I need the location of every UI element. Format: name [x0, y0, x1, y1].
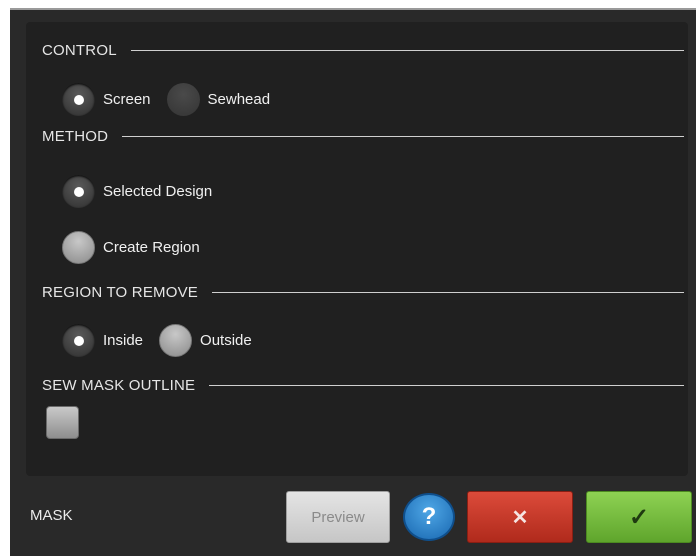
radio-create-region[interactable]: Create Region — [62, 231, 200, 264]
radio-sewhead-label: Sewhead — [207, 91, 271, 108]
mask-dialog: CONTROL Screen Sewhead METHOD Selected D… — [10, 8, 696, 556]
divider — [212, 292, 684, 293]
radio-create-region-label: Create Region — [103, 239, 200, 256]
cancel-button[interactable]: ✕ — [467, 491, 573, 543]
radio-selected-icon — [62, 83, 95, 116]
radio-selected-icon — [62, 324, 95, 357]
radio-unselected-icon — [166, 83, 200, 116]
radio-outside[interactable]: Outside — [159, 324, 252, 357]
divider — [122, 136, 684, 137]
radio-sewhead[interactable]: Sewhead — [166, 83, 271, 116]
help-button[interactable]: ? — [403, 493, 455, 541]
radio-unselected-icon — [159, 324, 193, 357]
control-header-label: CONTROL — [42, 42, 117, 59]
options-panel: CONTROL Screen Sewhead METHOD Selected D… — [26, 22, 688, 476]
divider — [209, 385, 684, 386]
sew-mask-outline-checkbox[interactable] — [46, 406, 79, 439]
method-section-header: METHOD — [42, 128, 684, 145]
radio-screen[interactable]: Screen — [62, 83, 151, 116]
question-mark-icon: ? — [421, 503, 437, 530]
sew-mask-outline-header-label: SEW MASK OUTLINE — [42, 377, 196, 394]
checkmark-icon: ✓ — [628, 503, 650, 531]
ok-button[interactable]: ✓ — [586, 491, 692, 543]
region-header-label: REGION TO REMOVE — [42, 284, 199, 301]
radio-screen-label: Screen — [103, 91, 151, 108]
preview-button[interactable]: Preview — [286, 491, 390, 543]
radio-inside[interactable]: Inside — [62, 324, 143, 357]
method-radio-selected-design-row: Selected Design — [62, 175, 212, 208]
radio-unselected-icon — [62, 231, 95, 264]
region-radio-group: Inside Outside — [62, 324, 252, 357]
method-radio-create-region-row: Create Region — [62, 231, 200, 264]
control-section-header: CONTROL — [42, 42, 684, 59]
sew-mask-outline-section-header: SEW MASK OUTLINE — [42, 377, 684, 394]
divider — [130, 50, 684, 51]
method-header-label: METHOD — [42, 128, 109, 145]
close-icon: ✕ — [511, 506, 529, 529]
radio-inside-label: Inside — [103, 332, 144, 349]
radio-selected-design-label: Selected Design — [103, 183, 213, 200]
radio-selected-icon — [62, 175, 95, 208]
dialog-title: MASK — [30, 507, 73, 524]
radio-selected-design[interactable]: Selected Design — [62, 175, 212, 208]
region-to-remove-section-header: REGION TO REMOVE — [42, 284, 684, 301]
control-radio-group: Screen Sewhead — [62, 83, 270, 116]
radio-outside-label: Outside — [200, 332, 252, 349]
